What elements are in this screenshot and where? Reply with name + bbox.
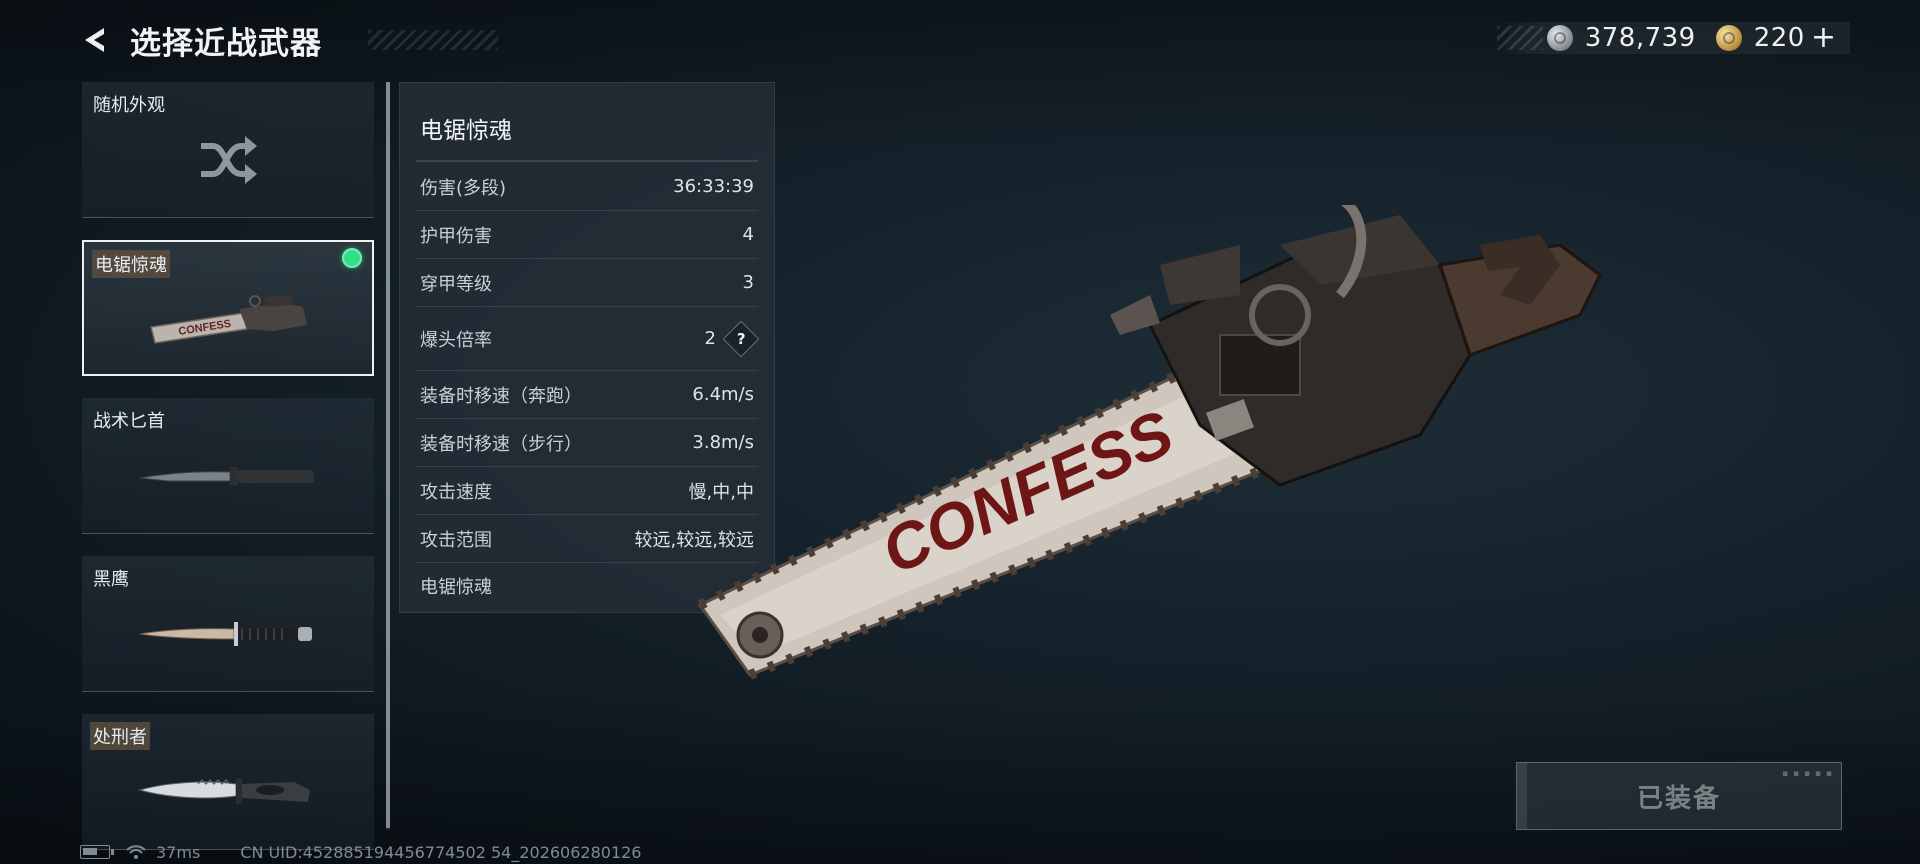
stat-label: 穿甲等级 xyxy=(420,273,492,295)
combat-knife-icon xyxy=(139,622,312,647)
page-header: 选择近战武器 xyxy=(78,18,498,62)
equipped-button-label: 已装备 xyxy=(1636,783,1721,814)
stats-divider xyxy=(416,160,758,162)
shuffle-icon xyxy=(201,136,257,185)
chainsaw-model-preview[interactable]: CONFESS xyxy=(680,205,1630,725)
stat-label: 装备时移速（奔跑） xyxy=(420,385,582,407)
weapon-card-label: 电锯惊魂 xyxy=(92,250,170,278)
equipped-button[interactable]: ▪ ▪ ▪ ▪ ▪ 已装备 xyxy=(1516,762,1842,830)
weapon-card-label: 随机外观 xyxy=(93,95,165,116)
weapon-card-random[interactable]: 随机外观 xyxy=(82,82,374,218)
stat-label: 护甲伤害 xyxy=(420,225,492,247)
back-button[interactable] xyxy=(78,23,112,57)
title-decoration xyxy=(368,30,498,50)
silver-amount: 378,739 xyxy=(1584,23,1696,53)
weapon-card-chainsaw[interactable]: 电锯惊魂 CONFESS xyxy=(82,240,374,376)
stats-footer: 电锯惊魂 xyxy=(420,577,492,598)
silver-coin-icon xyxy=(1546,25,1573,51)
back-arrow-icon xyxy=(85,28,104,52)
weapon-card-label: 处刑者 xyxy=(90,722,150,750)
weapon-card-tactical-knife[interactable]: 战术匕首 xyxy=(82,398,374,534)
gold-coin-icon xyxy=(1715,25,1742,51)
serrated-knife-icon xyxy=(138,778,310,805)
weapon-card-label: 黑鹰 xyxy=(93,569,129,590)
stat-label: 伤害(多段) xyxy=(420,177,507,199)
ping-value: 37ms xyxy=(156,842,201,862)
weapon-card-label: 战术匕首 xyxy=(93,411,165,432)
chainsaw-icon: CONFESS xyxy=(150,294,307,344)
currency-bar: 378,739 220 + xyxy=(1496,22,1850,54)
stat-label: 攻击速度 xyxy=(420,481,492,503)
weapon-card-executioner[interactable]: 处刑者 xyxy=(82,714,374,850)
stat-value: 36:33:39 xyxy=(673,176,754,197)
wifi-icon xyxy=(126,845,146,859)
user-uid: CN UID:452885194456774502 54_20260628012… xyxy=(240,842,642,862)
gold-amount: 220 xyxy=(1753,23,1805,53)
scrollbar-thumb[interactable] xyxy=(386,82,390,828)
battery-icon xyxy=(80,845,114,859)
stat-label: 爆头倍率 xyxy=(420,329,492,351)
page-title: 选择近战武器 xyxy=(130,25,322,62)
add-currency-button[interactable]: + xyxy=(1811,23,1836,53)
stat-label: 攻击范围 xyxy=(420,529,492,551)
button-decoration: ▪ ▪ ▪ ▪ ▪ xyxy=(1782,769,1833,779)
weapon-card-black-hawk[interactable]: 黑鹰 xyxy=(82,556,374,692)
stats-title: 电锯惊魂 xyxy=(420,118,512,144)
status-bar: 37ms CN UID:452885194456774502 54_202606… xyxy=(80,842,642,862)
tactical-knife-icon xyxy=(139,467,314,486)
button-accent xyxy=(1517,763,1527,829)
stat-row-damage: 伤害(多段) 36:33:39 xyxy=(416,163,758,211)
stat-label: 装备时移速（步行） xyxy=(420,433,582,455)
equipped-indicator xyxy=(342,248,362,268)
weapon-list-scrollbar[interactable] xyxy=(386,82,390,830)
